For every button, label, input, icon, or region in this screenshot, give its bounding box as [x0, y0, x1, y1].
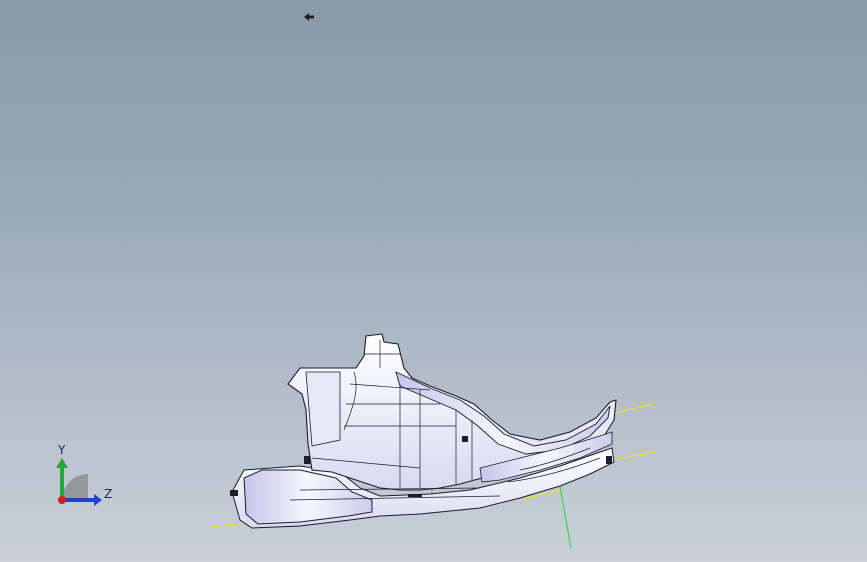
- model-inner-wall: [305, 371, 341, 447]
- y-axis-label: Y: [57, 443, 66, 457]
- coordinate-triad: Y Z: [56, 443, 112, 506]
- x-axis-dot: [58, 496, 66, 504]
- graphics-viewport[interactable]: Y Z: [0, 0, 867, 562]
- z-axis-label: Z: [104, 487, 112, 501]
- triad-base-icon: [62, 474, 88, 500]
- model-part[interactable]: [0, 0, 867, 562]
